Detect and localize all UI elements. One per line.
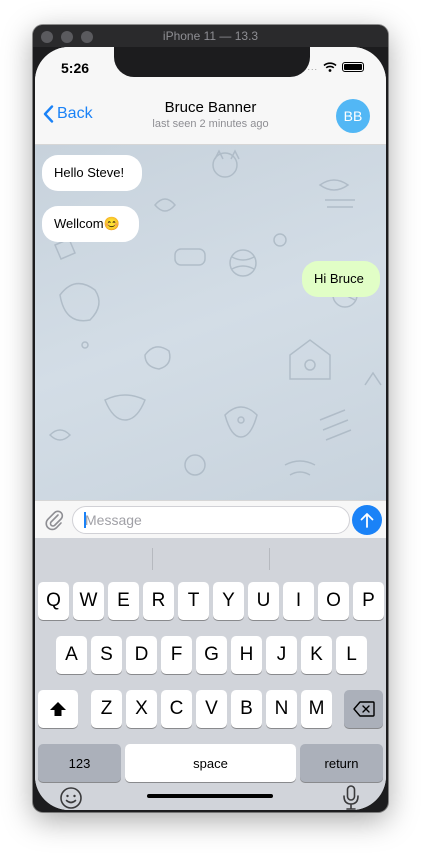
key-d[interactable]: D	[126, 636, 157, 674]
key-p[interactable]: P	[353, 582, 384, 620]
key-m[interactable]: M	[301, 690, 332, 728]
message-bubble-outgoing[interactable]: Hi Bruce	[302, 261, 380, 297]
contact-avatar[interactable]: BB	[336, 99, 370, 133]
message-bubble-incoming[interactable]: Wellcom😊	[42, 206, 139, 242]
wallpaper-doodles	[48, 149, 382, 476]
key-z[interactable]: Z	[91, 690, 122, 728]
key-n[interactable]: N	[266, 690, 297, 728]
microphone-icon[interactable]	[341, 784, 361, 810]
arrow-up-icon	[360, 513, 374, 528]
shift-key[interactable]	[38, 690, 78, 728]
key-b[interactable]: B	[231, 690, 262, 728]
key-c[interactable]: C	[161, 690, 192, 728]
simulator-window: iPhone 11 — 13.3 5:26 ..... Back Bruce B…	[33, 25, 388, 812]
status-time: 5:26	[61, 60, 90, 76]
phone-screen: 5:26 ..... Back Bruce Banner last seen 2…	[35, 47, 386, 810]
numbers-key[interactable]: 123	[38, 744, 121, 782]
home-indicator[interactable]	[147, 794, 273, 798]
key-s[interactable]: S	[91, 636, 122, 674]
wifi-icon	[323, 62, 337, 72]
window-titlebar: iPhone 11 — 13.3	[33, 25, 388, 47]
notch	[114, 47, 310, 77]
key-u[interactable]: U	[248, 582, 279, 620]
text-cursor	[84, 512, 86, 528]
key-k[interactable]: K	[301, 636, 332, 674]
predictive-text-bar	[35, 538, 386, 580]
contact-name[interactable]: Bruce Banner	[35, 99, 386, 116]
paperclip-icon[interactable]	[44, 509, 64, 531]
key-j[interactable]: J	[266, 636, 297, 674]
minimize-window-button[interactable]	[61, 31, 73, 43]
space-key[interactable]: space	[125, 744, 296, 782]
key-w[interactable]: W	[73, 582, 104, 620]
battery-icon	[342, 62, 364, 72]
key-r[interactable]: R	[143, 582, 174, 620]
delete-backspace-icon	[352, 701, 375, 717]
delete-key[interactable]	[344, 690, 383, 728]
send-button[interactable]	[352, 505, 382, 535]
chat-header: Back Bruce Banner last seen 2 minutes ag…	[35, 91, 386, 145]
key-t[interactable]: T	[178, 582, 209, 620]
key-g[interactable]: G	[196, 636, 227, 674]
on-screen-keyboard: Q W E R T Y U I O P A S D F G H J K L Z …	[35, 538, 386, 810]
last-seen-status: last seen 2 minutes ago	[152, 118, 269, 130]
close-window-button[interactable]	[41, 31, 53, 43]
window-title: iPhone 11 — 13.3	[162, 29, 259, 43]
key-f[interactable]: F	[161, 636, 192, 674]
return-key[interactable]: return	[300, 744, 383, 782]
message-bubble-incoming[interactable]: Hello Steve!	[42, 155, 142, 191]
suggestion-divider	[269, 548, 270, 570]
key-v[interactable]: V	[196, 690, 227, 728]
key-h[interactable]: H	[231, 636, 262, 674]
status-icons: .....	[300, 62, 364, 72]
message-text: Hi Bruce	[314, 271, 364, 286]
composer-bar	[35, 500, 386, 538]
key-a[interactable]: A	[56, 636, 87, 674]
message-input[interactable]	[72, 506, 350, 534]
key-x[interactable]: X	[126, 690, 157, 728]
chat-area[interactable]: Hello Steve! Wellcom😊 Hi Bruce	[35, 145, 386, 500]
key-y[interactable]: Y	[213, 582, 244, 620]
message-text: Hello Steve!	[54, 165, 125, 180]
key-q[interactable]: Q	[38, 582, 69, 620]
suggestion-divider	[152, 548, 153, 570]
zoom-window-button[interactable]	[81, 31, 93, 43]
message-text: Wellcom😊	[54, 216, 120, 231]
key-l[interactable]: L	[336, 636, 367, 674]
key-o[interactable]: O	[318, 582, 349, 620]
emoji-icon[interactable]	[59, 786, 83, 810]
shift-icon	[50, 702, 66, 716]
key-i[interactable]: I	[283, 582, 314, 620]
key-e[interactable]: E	[108, 582, 139, 620]
